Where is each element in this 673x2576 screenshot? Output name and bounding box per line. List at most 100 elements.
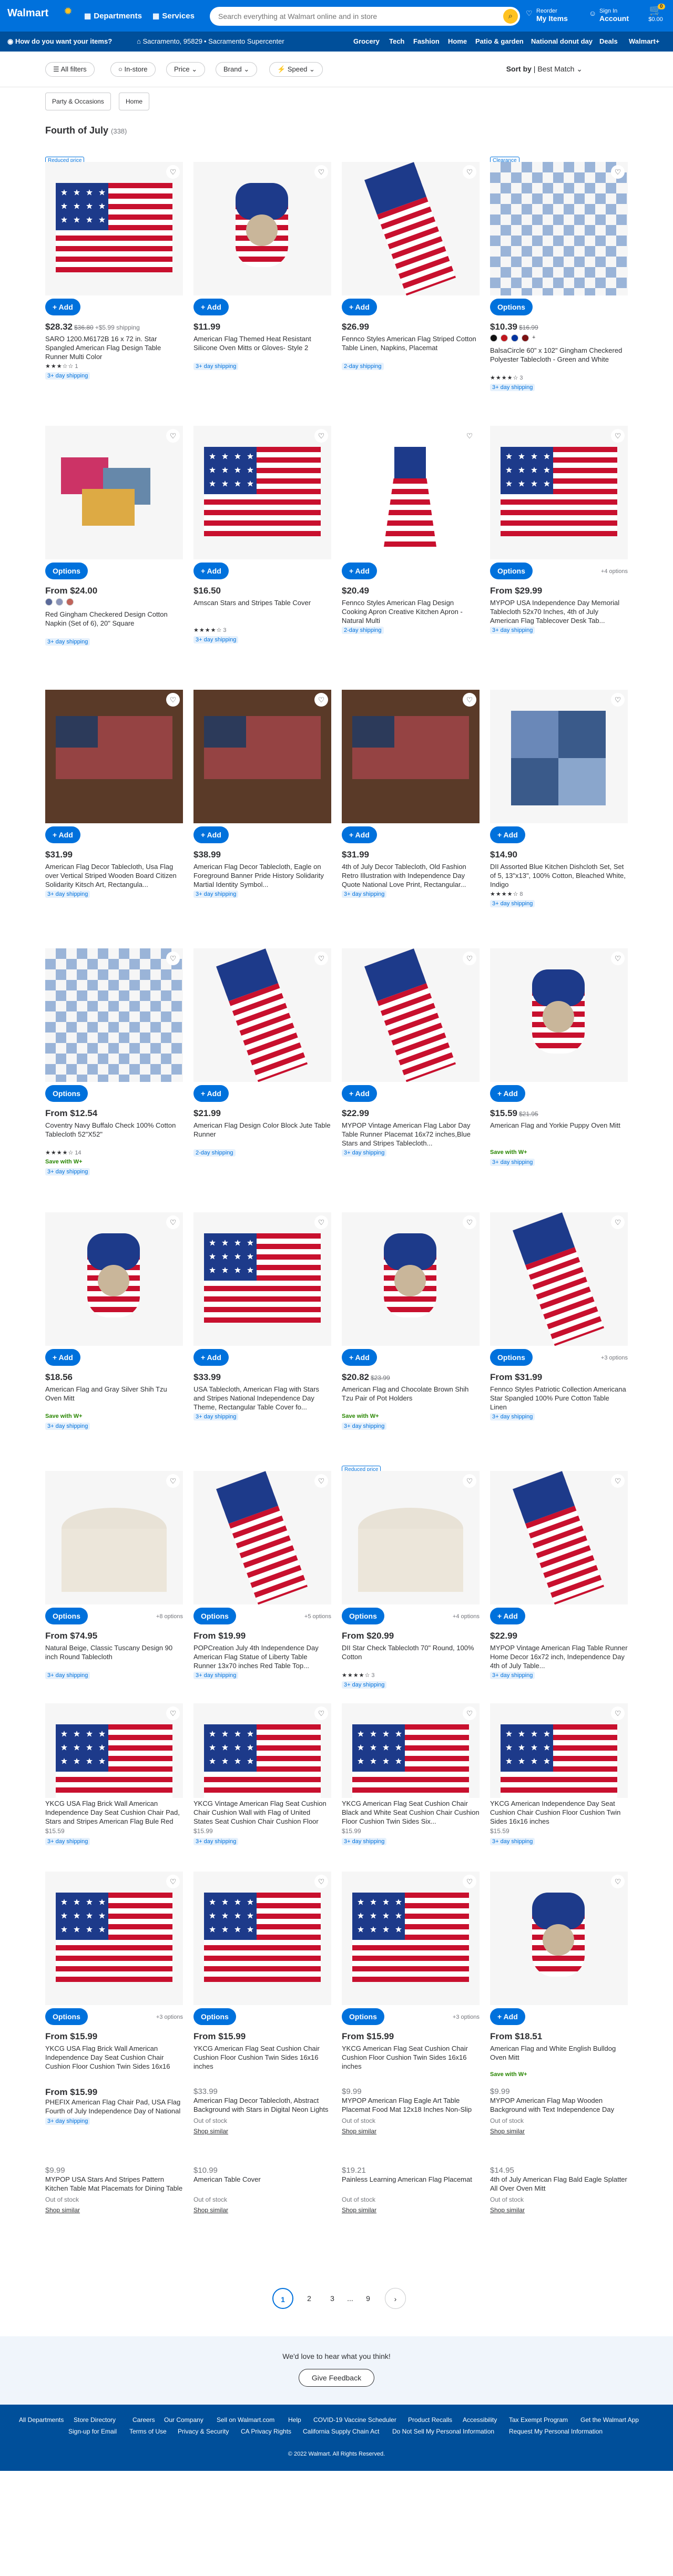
options-button[interactable]: Options (342, 1608, 384, 1624)
product-image[interactable]: ♡ (193, 690, 331, 823)
product-image[interactable]: ♡ (193, 948, 331, 1082)
nav-fashion[interactable]: Fashion (413, 37, 440, 45)
heart-icon[interactable]: ♡ (314, 1875, 328, 1888)
heart-icon[interactable]: ♡ (611, 693, 625, 707)
product-image[interactable]: ♡ (490, 162, 628, 295)
heart-icon[interactable]: ♡ (166, 165, 180, 179)
related-item[interactable]: $33.99 American Flag Decor Tablecloth, Ab… (193, 2087, 331, 2135)
product-title[interactable]: YKCG USA Flag Brick Wall American Indepe… (45, 2044, 183, 2071)
add-to-cart-button[interactable]: + Add (342, 1085, 377, 1102)
nav-home[interactable]: Home (448, 37, 467, 45)
product-image[interactable]: ♡ (342, 162, 480, 295)
heart-icon[interactable]: ♡ (611, 165, 625, 179)
search-icon[interactable]: ⌕ (503, 9, 518, 24)
heart-icon[interactable]: ♡ (314, 1474, 328, 1488)
options-button[interactable]: Options (490, 563, 533, 579)
product-title[interactable]: American Flag Decor Tablecloth, Eagle on… (193, 862, 331, 890)
product-title[interactable]: MYPOP Vintage American Flag Labor Day Ta… (342, 1121, 480, 1148)
heart-icon[interactable]: ♡ (314, 1215, 328, 1229)
heart-icon[interactable]: ♡ (166, 1215, 180, 1229)
product-title[interactable]: YKCG Vintage American Flag Seat Cushion … (193, 1799, 331, 1825)
zip-selector[interactable]: ⌂ Sacramento, 95829 (137, 37, 202, 45)
options-button[interactable]: Options (342, 2008, 384, 2025)
add-to-cart-button[interactable]: + Add (45, 1349, 80, 1366)
heart-icon[interactable]: ♡ (463, 165, 476, 179)
heart-icon[interactable]: ♡ (166, 1875, 180, 1888)
heart-icon[interactable]: ♡ (611, 1706, 625, 1720)
nav-walmart-plus[interactable]: Walmart+ (629, 37, 659, 45)
product-image[interactable]: ♡ (342, 948, 480, 1082)
options-button[interactable]: Options (490, 299, 533, 315)
heart-icon[interactable]: ♡ (314, 693, 328, 707)
related-item[interactable]: From $15.99 PHEFIX American Flag Chair Pa… (45, 2087, 183, 2125)
shop-similar-link[interactable]: Shop similar (193, 2128, 331, 2135)
tag-party-occasions[interactable]: Party & Occasions (45, 93, 111, 110)
product-title[interactable]: American Flag Themed Heat Resistant Sili… (193, 334, 331, 362)
nav-grocery[interactable]: Grocery (353, 37, 380, 45)
footer-link[interactable]: Help (288, 2416, 301, 2424)
product-title[interactable]: YKCG American Flag Seat Cushion Chair Cu… (193, 2044, 331, 2071)
product-image[interactable]: ♡ (490, 1471, 628, 1604)
color-swatch[interactable] (66, 598, 74, 606)
page-9[interactable]: 9 (358, 2288, 379, 2309)
product-title[interactable]: Red Gingham Checkered Design Cotton Napk… (45, 610, 183, 637)
product-image[interactable]: ♡ (342, 1471, 480, 1604)
heart-icon[interactable]: ♡ (611, 1474, 625, 1488)
footer-link[interactable]: Sell on Walmart.com (217, 2416, 274, 2424)
account-link[interactable]: ☺ Sign In Account (589, 7, 629, 22)
product-title[interactable]: SARO 1200.M6172B 16 x 72 in. Star Spangl… (45, 334, 183, 362)
footer-link[interactable]: Terms of Use (129, 2428, 167, 2435)
product-title[interactable]: MYPOP Vintage American Flag Table Runner… (490, 1643, 628, 1671)
color-swatch[interactable] (501, 334, 508, 342)
product-image[interactable]: ♡ (45, 1471, 183, 1604)
product-image[interactable]: ♡ (193, 162, 331, 295)
nav-donut-day[interactable]: National donut day (531, 37, 593, 45)
add-to-cart-button[interactable]: + Add (193, 1085, 229, 1102)
product-image[interactable]: ♡ (45, 948, 183, 1082)
heart-icon[interactable]: ♡ (166, 1706, 180, 1720)
add-to-cart-button[interactable]: + Add (193, 1349, 229, 1366)
heart-icon[interactable]: ♡ (611, 1875, 625, 1888)
color-swatch[interactable] (490, 334, 497, 342)
add-to-cart-button[interactable]: + Add (193, 826, 229, 843)
add-to-cart-button[interactable]: + Add (490, 1608, 525, 1624)
nav-tech[interactable]: Tech (389, 37, 404, 45)
product-image[interactable]: ♡ (490, 948, 628, 1082)
product-title[interactable]: American Flag and Yorkie Puppy Oven Mitt (490, 1121, 628, 1148)
heart-icon[interactable]: ♡ (314, 429, 328, 443)
product-title[interactable]: YKCG American Independence Day Seat Cush… (490, 1799, 628, 1825)
product-image[interactable]: ♡ (45, 1872, 183, 2005)
footer-link[interactable]: Get the Walmart App (580, 2416, 639, 2424)
related-item[interactable]: $10.99 American Table Cover Out of stock Sh… (193, 2166, 331, 2214)
product-title[interactable]: MYPOP USA Independence Day Memorial Tabl… (490, 598, 628, 626)
search-bar[interactable]: ⌕ (210, 7, 520, 26)
color-swatch[interactable] (511, 334, 518, 342)
shop-similar-link[interactable]: Shop similar (342, 2128, 480, 2135)
product-image[interactable]: ♡ (193, 426, 331, 559)
product-title[interactable]: American Flag and Gray Silver Shih Tzu O… (45, 1385, 183, 1412)
product-title[interactable]: Coventry Navy Buffalo Check 100% Cotton … (45, 1121, 183, 1148)
product-image[interactable]: ♡ (193, 1703, 331, 1798)
product-title[interactable]: Amscan Stars and Stripes Table Cover (193, 598, 331, 626)
add-to-cart-button[interactable]: + Add (342, 826, 377, 843)
product-image[interactable]: ♡ (490, 426, 628, 559)
store-selector[interactable]: • Sacramento Supercenter (204, 37, 284, 45)
footer-link[interactable]: All Departments (19, 2416, 64, 2424)
sort-selector[interactable]: Sort by | Best Match ⌄ (506, 65, 583, 74)
delivery-selector[interactable]: ◉ How do you want your items? (7, 37, 112, 46)
add-to-cart-button[interactable]: + Add (342, 1349, 377, 1366)
options-button[interactable]: Options (45, 1085, 88, 1102)
options-button[interactable]: Options (45, 1608, 88, 1624)
product-image[interactable]: ♡ (490, 1872, 628, 2005)
product-title[interactable]: DII Assorted Blue Kitchen Dishcloth Set,… (490, 862, 628, 890)
options-button[interactable]: Options (45, 2008, 88, 2025)
product-image[interactable]: ♡ (490, 1212, 628, 1346)
product-image[interactable]: ♡ (342, 690, 480, 823)
page-1[interactable]: 1 (272, 2288, 293, 2309)
product-image[interactable]: ♡ (45, 426, 183, 559)
heart-icon[interactable]: ♡ (611, 1215, 625, 1229)
add-to-cart-button[interactable]: + Add (490, 826, 525, 843)
related-item[interactable]: $9.99 MYPOP American Flag Eagle Art Table… (342, 2087, 480, 2135)
footer-link[interactable]: Sign-up for Email (68, 2428, 117, 2435)
heart-icon[interactable]: ♡ (463, 952, 476, 965)
